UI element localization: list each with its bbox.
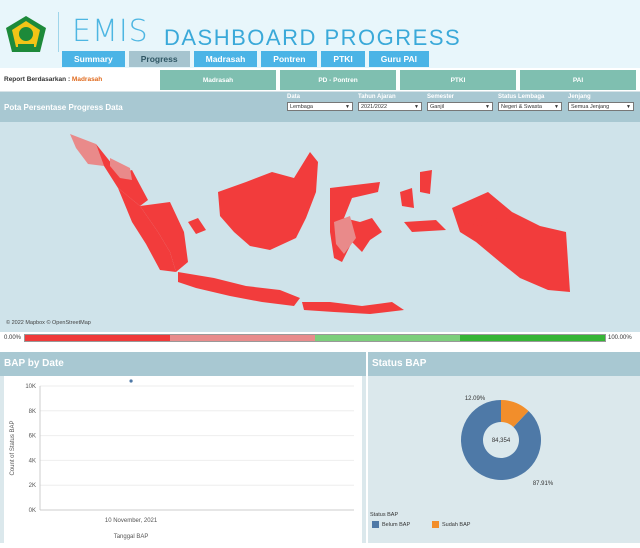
region-maluku (404, 220, 446, 232)
report-button-ptki[interactable]: PTKI (400, 70, 516, 90)
y-tick-label: 4K (29, 458, 36, 464)
map-title: Pota Persentase Progress Data (4, 103, 123, 112)
panel-header: Status BAP (368, 352, 640, 376)
chevron-down-icon: ▼ (485, 103, 490, 110)
bap-by-date-chart[interactable]: 0K 2K 4K 6K 8K 10K 10 November, 2021 Tanggal BA… (4, 376, 362, 543)
region-java (178, 272, 300, 306)
map-panel: Pota Persentase Progress Data Data Lemba… (0, 92, 640, 332)
indonesia-map[interactable] (0, 122, 640, 332)
legend-swatch (432, 521, 439, 528)
bap-by-date-title: BAP by Date (4, 358, 64, 369)
report-by-value: Madrasah (71, 76, 103, 83)
tab-summary[interactable]: Summary (62, 51, 125, 67)
tab-progress[interactable]: Progress (128, 51, 190, 67)
report-by-label: Report Berdasarkan : Madrasah (4, 76, 102, 83)
data-select[interactable]: Lembaga ▼ (287, 102, 353, 111)
scale-min-label: 0.00% (4, 335, 22, 341)
scale-segment (460, 335, 605, 341)
filter-data: Data Lembaga ▼ (287, 94, 353, 111)
kemenag-logo-icon (6, 16, 46, 52)
tahun-ajaran-select[interactable]: 2021/2022 ▼ (358, 102, 422, 111)
region-bali-nt (302, 302, 404, 314)
data-point (129, 379, 133, 383)
bap-by-date-panel: BAP by Date 0K 2K 4K 6K 8K 10K 10 November, 20… (0, 352, 366, 543)
status-bap-panel: Status BAP 84,354 87.91% 12.09% (368, 352, 640, 543)
report-button-pai[interactable]: PAI (520, 70, 636, 90)
progress-color-scale (24, 334, 606, 342)
filter-label: Semester (427, 94, 455, 100)
header-divider (58, 12, 59, 52)
y-tick-label: 0K (29, 508, 36, 514)
scale-segment (25, 335, 170, 341)
chevron-down-icon: ▼ (626, 103, 631, 110)
y-tick-label: 6K (29, 434, 36, 440)
legend-item-belum-bap[interactable]: Belum BAP (372, 521, 410, 528)
chevron-down-icon: ▼ (414, 103, 419, 110)
nav-tabs: Summary Progress Madrasah Pontren PTKI G… (62, 51, 430, 67)
status-lembaga-select[interactable]: Negeri & Swasta ▼ (498, 102, 562, 111)
y-tick-label: 8K (29, 409, 36, 415)
map-credit: © 2022 Mapbox © OpenStreetMap (6, 320, 91, 326)
region-halmahera (400, 188, 414, 208)
chart-area: 0K 2K 4K 6K 8K 10K 10 November, 2021 Tanggal BA… (4, 376, 362, 543)
y-tick-label: 2K (29, 483, 36, 489)
slice-label: 12.09% (465, 396, 486, 402)
x-axis-title: Tanggal BAP (114, 534, 149, 540)
status-bap-chart[interactable]: 84,354 87.91% 12.09% (368, 378, 640, 528)
scale-segment (170, 335, 315, 341)
report-button-pd-pontren[interactable]: PD - Pontren (280, 70, 396, 90)
legend-swatch (372, 521, 379, 528)
report-by-text: Report Berdasarkan : (4, 76, 71, 83)
select-value: Semua Jenjang (571, 103, 610, 110)
region-bangka (188, 218, 206, 234)
chevron-down-icon: ▼ (345, 103, 350, 110)
report-bar: Report Berdasarkan : Madrasah Madrasah P… (0, 68, 640, 92)
select-value: Negeri & Swasta (501, 103, 542, 110)
slice-label: 87.91% (533, 481, 554, 487)
tab-madrasah[interactable]: Madrasah (193, 51, 258, 67)
region-kalimantan (218, 152, 318, 250)
select-value: Lembaga (290, 103, 313, 110)
semester-select[interactable]: Ganjil ▼ (427, 102, 493, 111)
header: EMIS DASHBOARD PROGRESS Summary Progress… (0, 0, 640, 68)
select-value: Ganjil (430, 103, 445, 110)
tab-guru-pai[interactable]: Guru PAI (368, 51, 430, 67)
select-value: 2021/2022 (361, 103, 387, 110)
status-bap-title: Status BAP (372, 358, 427, 369)
panel-header: BAP by Date (0, 352, 366, 376)
donut-center-label: 84,354 (492, 438, 511, 444)
filter-label: Tahun Ajaran (358, 94, 396, 100)
legend-item-sudah-bap[interactable]: Sudah BAP (432, 521, 470, 528)
y-axis-title: Count of Status BAP (10, 420, 16, 475)
filter-semester: Semester Ganjil ▼ (427, 94, 493, 111)
brand-logo: EMIS (72, 14, 149, 49)
jenjang-select[interactable]: Semua Jenjang ▼ (568, 102, 634, 111)
legend-label: Belum BAP (382, 521, 411, 528)
tab-pontren[interactable]: Pontren (261, 51, 318, 67)
filter-label: Jenjang (568, 94, 591, 100)
filter-label: Data (287, 94, 301, 100)
legend-title: Status BAP (370, 512, 399, 518)
report-button-madrasah[interactable]: Madrasah (160, 70, 276, 90)
x-tick-label: 10 November, 2021 (105, 518, 158, 524)
chevron-down-icon: ▼ (554, 103, 559, 110)
filter-status-lembaga: Status Lembaga Negeri & Swasta ▼ (498, 94, 562, 111)
scale-segment (315, 335, 460, 341)
region-maluku-north (420, 170, 432, 194)
scale-max-label: 100.00% (608, 335, 632, 341)
tab-ptki[interactable]: PTKI (321, 51, 365, 67)
legend-label: Sudah BAP (442, 521, 471, 528)
y-tick-label: 10K (25, 384, 36, 390)
filter-label: Status Lembaga (498, 94, 545, 100)
filter-jenjang: Jenjang Semua Jenjang ▼ (568, 94, 634, 111)
filter-tahun-ajaran: Tahun Ajaran 2021/2022 ▼ (358, 94, 422, 111)
map-header: Pota Persentase Progress Data Data Lemba… (0, 92, 640, 122)
page-title: DASHBOARD PROGRESS (164, 25, 462, 50)
